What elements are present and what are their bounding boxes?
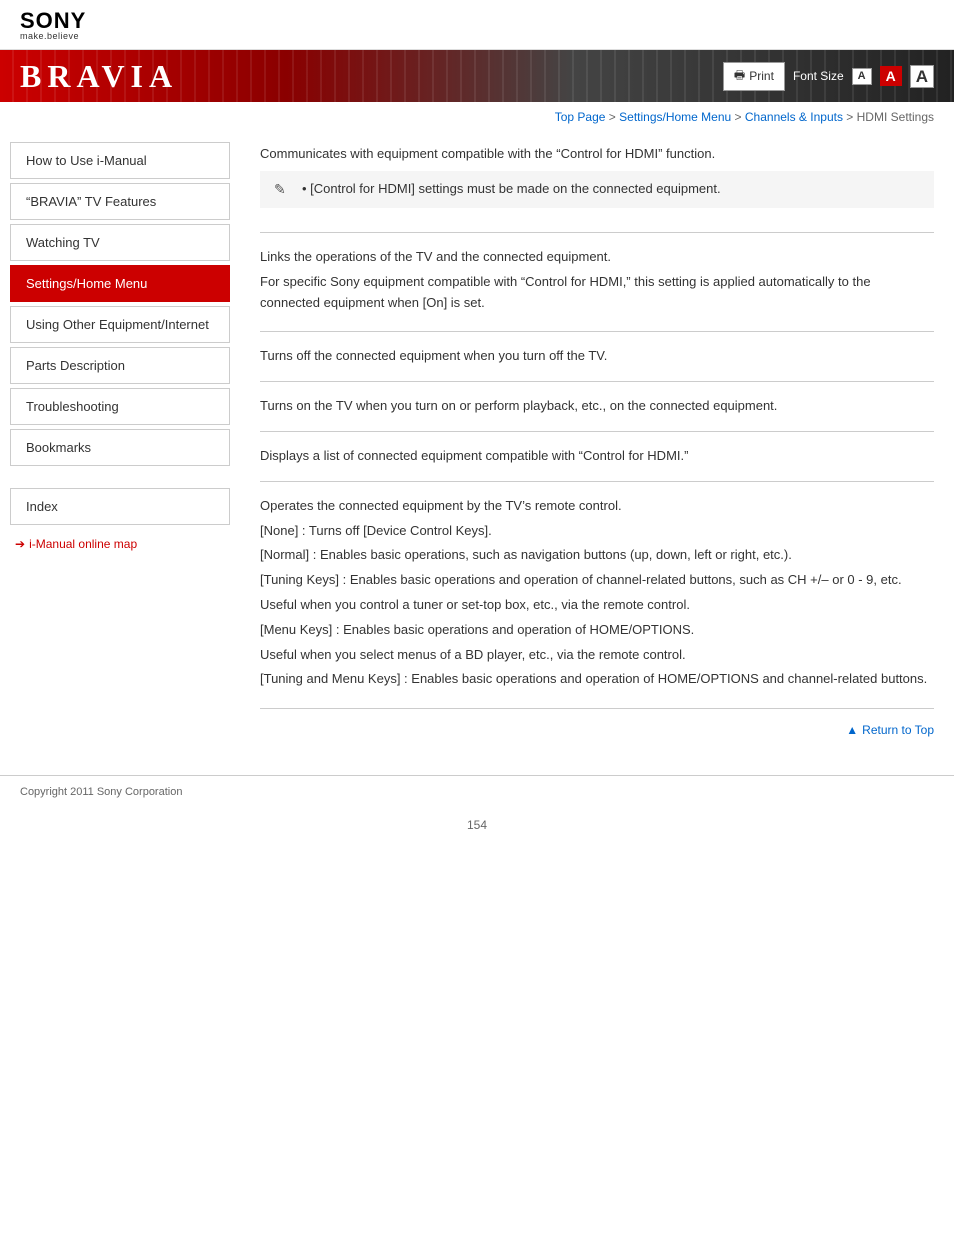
sidebar-item-troubleshooting[interactable]: Troubleshooting <box>10 388 230 425</box>
sidebar-item-index[interactable]: Index <box>10 488 230 525</box>
content-section-4: Displays a list of connected equipment c… <box>260 432 934 482</box>
main-layout: How to Use i-Manual “BRAVIA” TV Features… <box>0 132 954 765</box>
content-section-1: Links the operations of the TV and the c… <box>260 233 934 332</box>
sidebar-item-using-other[interactable]: Using Other Equipment/Internet <box>10 306 230 343</box>
intro-text: Communicates with equipment compatible w… <box>260 146 934 161</box>
content-section-2: Turns off the connected equipment when y… <box>260 332 934 382</box>
triangle-up-icon: ▲ <box>846 723 858 737</box>
sidebar-item-parts-description[interactable]: Parts Description <box>10 347 230 384</box>
content-section-3: Turns on the TV when you turn on or perf… <box>260 382 934 432</box>
breadcrumb-settings[interactable]: Settings/Home Menu <box>619 110 731 124</box>
font-small-button[interactable]: A <box>852 68 872 85</box>
section4-body: Displays a list of connected equipment c… <box>260 446 934 467</box>
printer-icon: 🖶 <box>734 66 745 87</box>
sidebar-online-map-link[interactable]: ➔i-Manual online map <box>10 537 230 551</box>
content-intro: Communicates with equipment compatible w… <box>260 132 934 233</box>
bravia-banner: BRAVIA 🖶 Print Font Size A A A <box>0 50 954 102</box>
sony-tagline: make.believe <box>20 32 934 41</box>
content-section-5: Operates the connected equipment by the … <box>260 482 934 709</box>
header: SONY make.believe <box>0 0 954 50</box>
note-text: • [Control for HDMI] settings must be ma… <box>302 181 721 196</box>
note-box: ✎ • [Control for HDMI] settings must be … <box>260 171 934 208</box>
sidebar-item-watching-tv[interactable]: Watching TV <box>10 224 230 261</box>
section1-body: Links the operations of the TV and the c… <box>260 247 934 313</box>
content-area: Communicates with equipment compatible w… <box>240 132 954 765</box>
sidebar-item-how-to-use[interactable]: How to Use i-Manual <box>10 142 230 179</box>
note-bullet: • <box>302 181 310 196</box>
bravia-title: BRAVIA <box>20 58 178 95</box>
return-to-top[interactable]: ▲Return to Top <box>260 709 934 745</box>
section5-body: Operates the connected equipment by the … <box>260 496 934 690</box>
breadcrumb-current: HDMI Settings <box>857 110 934 124</box>
copyright-text: Copyright 2011 Sony Corporation <box>20 786 182 798</box>
footer: Copyright 2011 Sony Corporation <box>0 775 954 808</box>
sidebar-item-bravia-features[interactable]: “BRAVIA” TV Features <box>10 183 230 220</box>
font-medium-button[interactable]: A <box>880 66 902 86</box>
section2-body: Turns off the connected equipment when y… <box>260 346 934 367</box>
breadcrumb: Top Page > Settings/Home Menu > Channels… <box>0 102 954 132</box>
print-button[interactable]: 🖶 Print <box>723 62 785 91</box>
banner-controls: 🖶 Print Font Size A A A <box>723 62 934 91</box>
section3-body: Turns on the TV when you turn on or perf… <box>260 396 934 417</box>
sidebar-item-settings-home[interactable]: Settings/Home Menu <box>10 265 230 302</box>
page-number: 154 <box>0 808 954 852</box>
sidebar-item-bookmarks[interactable]: Bookmarks <box>10 429 230 466</box>
font-large-button[interactable]: A <box>910 65 934 88</box>
return-to-top-link[interactable]: ▲Return to Top <box>846 723 934 737</box>
note-icon: ✎ <box>274 181 294 198</box>
breadcrumb-channels[interactable]: Channels & Inputs <box>745 110 843 124</box>
sony-brand: SONY <box>20 10 934 32</box>
arrow-icon: ➔ <box>15 537 25 551</box>
breadcrumb-top[interactable]: Top Page <box>555 110 606 124</box>
sony-logo: SONY make.believe <box>20 10 934 41</box>
sidebar: How to Use i-Manual “BRAVIA” TV Features… <box>0 132 240 765</box>
font-size-label: Font Size <box>793 69 844 83</box>
